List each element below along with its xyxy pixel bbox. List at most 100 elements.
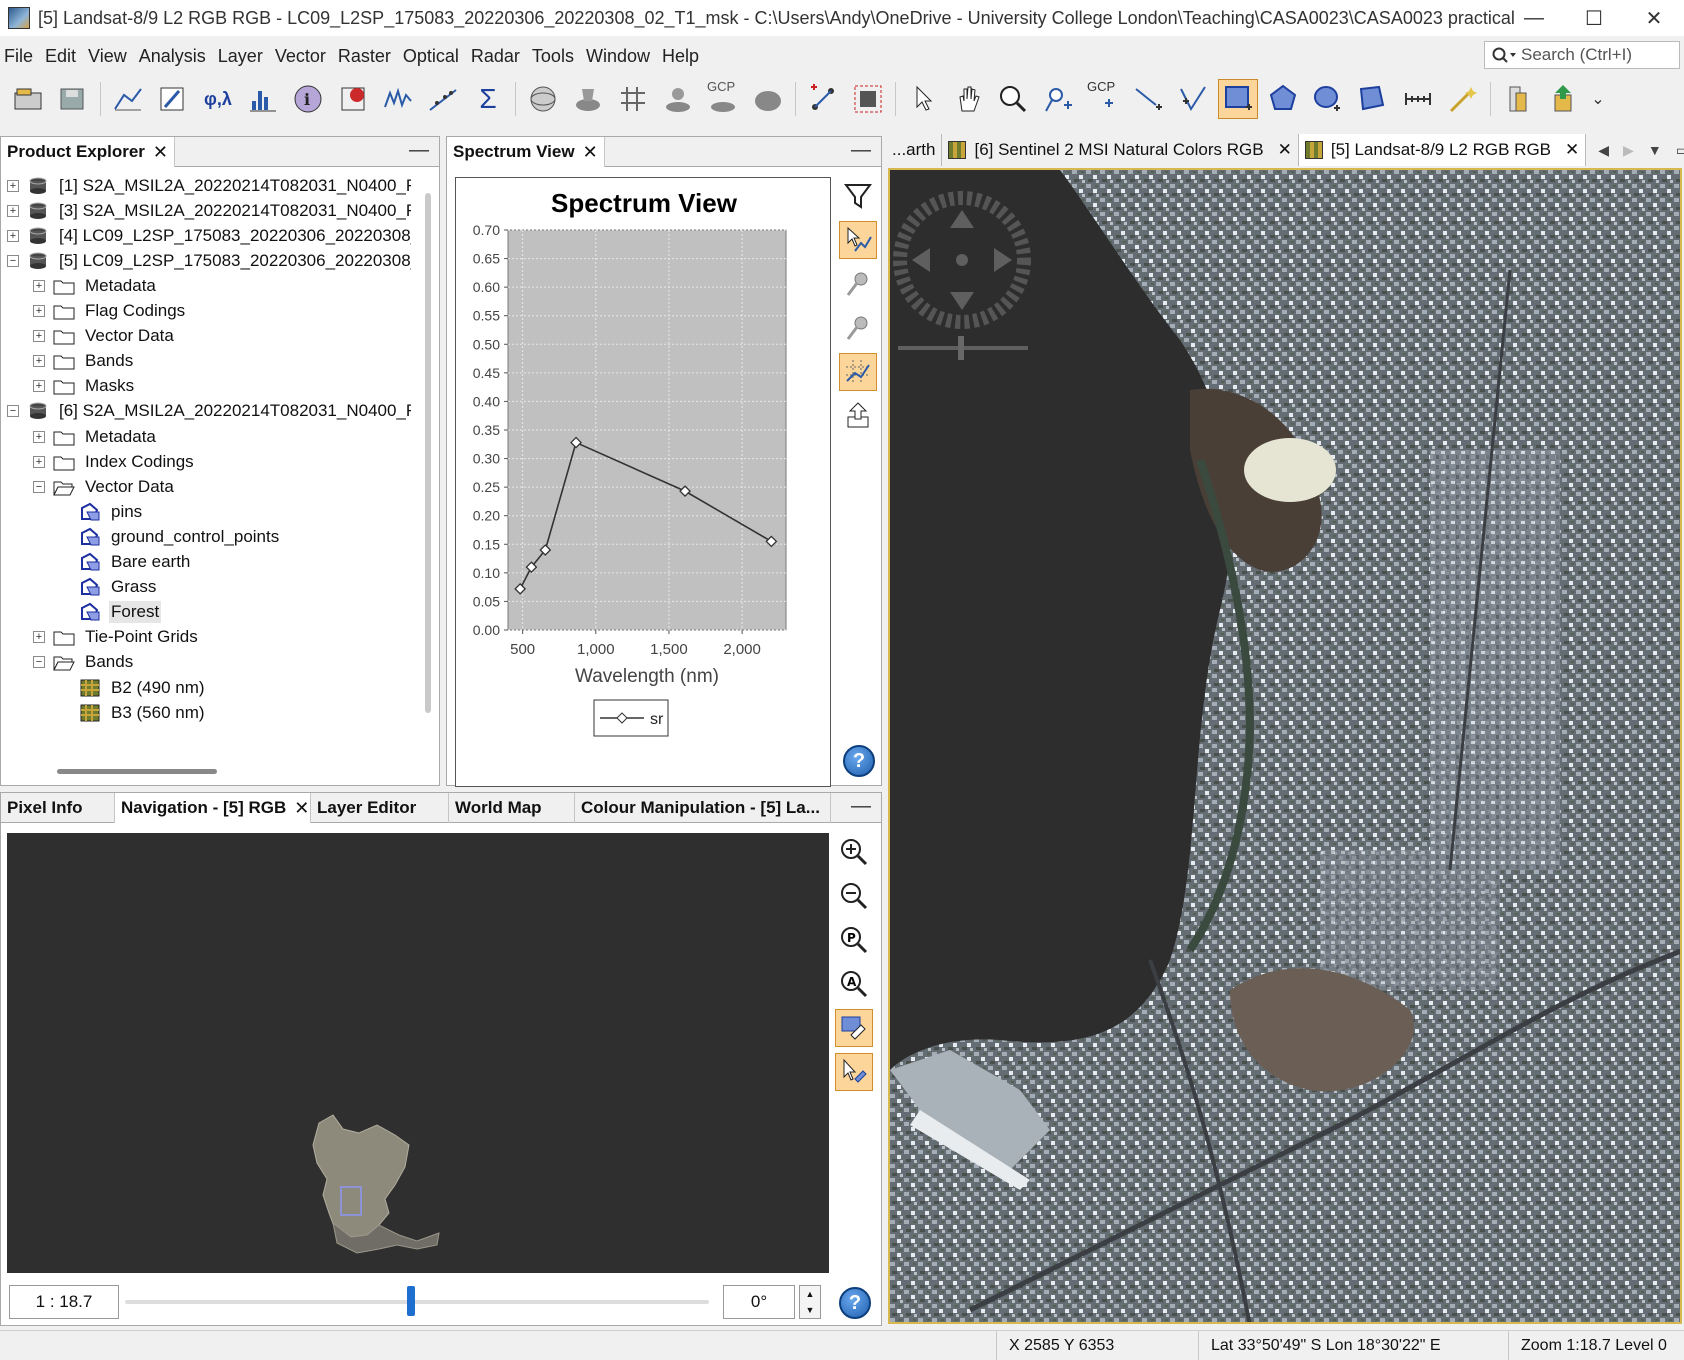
- expand-icon[interactable]: +: [33, 631, 45, 644]
- tab-list-dropdown-icon[interactable]: ▼: [1648, 142, 1662, 158]
- search-input[interactable]: Search (Ctrl+I): [1484, 41, 1680, 69]
- menu-file[interactable]: File: [4, 46, 41, 67]
- menu-edit[interactable]: Edit: [45, 46, 84, 67]
- collapse-icon[interactable]: −: [7, 405, 19, 418]
- rectangle-drawing-tool-icon[interactable]: [1218, 79, 1258, 119]
- collapse-icon[interactable]: −: [33, 656, 45, 669]
- show-grid-icon[interactable]: [839, 353, 877, 391]
- world-view-icon[interactable]: [523, 79, 563, 119]
- rotation-spinner[interactable]: ▲ ▼: [799, 1285, 821, 1319]
- menu-help[interactable]: Help: [662, 46, 707, 67]
- graph-processing-icon[interactable]: [803, 79, 843, 119]
- zoom-all-icon[interactable]: A: [835, 965, 873, 1003]
- tree-item[interactable]: Forest: [59, 599, 162, 626]
- tree-item[interactable]: + Bands: [33, 348, 135, 375]
- batch-processing-icon[interactable]: [848, 79, 888, 119]
- menu-analysis[interactable]: Analysis: [139, 46, 214, 67]
- close-tab-icon[interactable]: ✕: [1278, 140, 1292, 160]
- menu-raster[interactable]: Raster: [338, 46, 399, 67]
- menu-vector[interactable]: Vector: [275, 46, 334, 67]
- line-drawing-tool-icon[interactable]: [1128, 79, 1168, 119]
- close-window-button[interactable]: ✕: [1624, 0, 1684, 36]
- grid-icon[interactable]: [613, 79, 653, 119]
- collapse-icon[interactable]: −: [7, 254, 19, 267]
- tree-vertical-scrollbar[interactable]: [425, 193, 431, 713]
- minimize-button[interactable]: —: [1504, 0, 1564, 36]
- sync-cursor-icon[interactable]: [835, 1053, 873, 1091]
- tree-item[interactable]: + Index Codings: [33, 448, 196, 475]
- tree-item[interactable]: B3 (560 nm): [59, 699, 207, 726]
- tree-item[interactable]: Bare earth: [59, 549, 192, 576]
- minimize-panel-button[interactable]: —: [851, 795, 871, 818]
- zoom-pixel-icon[interactable]: P: [835, 921, 873, 959]
- histogram-icon[interactable]: [243, 79, 283, 119]
- open-product-icon[interactable]: [8, 79, 48, 119]
- tab-layer-editor[interactable]: Layer Editor: [311, 793, 449, 823]
- cursor-spectrum-icon[interactable]: [839, 221, 877, 259]
- zoom-in-icon[interactable]: [835, 833, 873, 871]
- expand-icon[interactable]: +: [7, 229, 19, 242]
- maximize-window-icon[interactable]: ▭: [1676, 142, 1684, 159]
- pan-tool-icon[interactable]: [948, 79, 988, 119]
- tree-item[interactable]: − [5] LC09_L2SP_175083_20220306_20220308_…: [7, 247, 411, 274]
- tree-item[interactable]: + Tie-Point Grids: [33, 624, 200, 651]
- zoom-out-icon[interactable]: [835, 877, 873, 915]
- tree-item[interactable]: + Vector Data: [33, 323, 176, 350]
- tree-item[interactable]: + Masks: [33, 373, 136, 400]
- tree-item[interactable]: + Flag Codings: [33, 298, 187, 325]
- tree-item[interactable]: ground_control_points: [59, 523, 281, 550]
- tree-item[interactable]: B2 (490 nm): [59, 674, 207, 701]
- expand-icon[interactable]: +: [33, 380, 45, 393]
- tab-colour-manipulation[interactable]: Colour Manipulation - [5] La...: [575, 793, 831, 823]
- pin-spectra-icon[interactable]: [839, 265, 877, 303]
- tab-pixel-info[interactable]: Pixel Info: [1, 793, 115, 823]
- sync-views-icon[interactable]: [835, 1009, 873, 1047]
- minimize-panel-button[interactable]: —: [409, 139, 429, 162]
- close-tab-icon[interactable]: ✕: [1565, 140, 1579, 160]
- gcp-manager-icon[interactable]: GCP: [703, 79, 743, 119]
- maximize-button[interactable]: ☐: [1564, 0, 1624, 36]
- satellite-image-canvas[interactable]: [888, 168, 1682, 1324]
- upload-tool-icon[interactable]: [1543, 79, 1583, 119]
- tree-item[interactable]: − Bands: [33, 649, 135, 676]
- pixel-info-icon[interactable]: [333, 79, 373, 119]
- selected-pin-spectra-icon[interactable]: [839, 309, 877, 347]
- magic-wand-tool-icon[interactable]: [1443, 79, 1483, 119]
- ellipse-drawing-tool-icon[interactable]: [1308, 79, 1348, 119]
- tab-product-explorer[interactable]: Product Explorer ✕: [1, 137, 176, 167]
- menu-radar[interactable]: Radar: [471, 46, 528, 67]
- scroll-tabs-right-icon[interactable]: ▶: [1623, 142, 1634, 159]
- tree-item[interactable]: + [1] S2A_MSIL2A_20220214T082031_N0400_R1: [7, 172, 411, 199]
- tree-item[interactable]: − Vector Data: [33, 473, 176, 500]
- navigation-overview-canvas[interactable]: [7, 833, 829, 1273]
- band-maths-icon[interactable]: [153, 79, 193, 119]
- tab-sentinel2-natural-colors[interactable]: [6] Sentinel 2 MSI Natural Colors RGB ✕: [942, 134, 1299, 166]
- statistics-icon[interactable]: Σ: [468, 79, 508, 119]
- polygon-drawing-tool-icon[interactable]: [1263, 79, 1303, 119]
- tree-item[interactable]: + Metadata: [33, 423, 158, 450]
- expand-icon[interactable]: +: [7, 204, 19, 217]
- toolbar-overflow-icon[interactable]: ⌄: [1588, 79, 1608, 119]
- filter-bands-icon[interactable]: [839, 177, 877, 215]
- geo-coding-icon[interactable]: φ,λ: [198, 79, 238, 119]
- pin-manager-icon[interactable]: [568, 79, 608, 119]
- zoom-slider-thumb[interactable]: [407, 1286, 416, 1316]
- rotation-angle-input[interactable]: 0°: [723, 1285, 795, 1319]
- place-pin-icon[interactable]: [658, 79, 698, 119]
- close-tab-icon[interactable]: ✕: [153, 142, 168, 163]
- tab-navigation[interactable]: Navigation - [5] RGB ✕: [115, 793, 311, 823]
- tab-bare-earth-view[interactable]: ...arth: [886, 134, 943, 166]
- expand-icon[interactable]: +: [33, 455, 45, 468]
- zoom-tool-icon[interactable]: [993, 79, 1033, 119]
- expand-icon[interactable]: +: [33, 330, 45, 343]
- information-icon[interactable]: i: [288, 79, 328, 119]
- mask-manager-icon[interactable]: [748, 79, 788, 119]
- expand-icon[interactable]: +: [33, 279, 45, 292]
- export-spectra-icon[interactable]: [839, 397, 877, 435]
- menu-layer[interactable]: Layer: [218, 46, 271, 67]
- select-tool-icon[interactable]: [903, 79, 943, 119]
- menu-tools[interactable]: Tools: [532, 46, 582, 67]
- pin-placing-tool-icon[interactable]: [1038, 79, 1078, 119]
- help-button[interactable]: ?: [843, 745, 875, 777]
- tree-horizontal-scrollbar[interactable]: [57, 769, 217, 774]
